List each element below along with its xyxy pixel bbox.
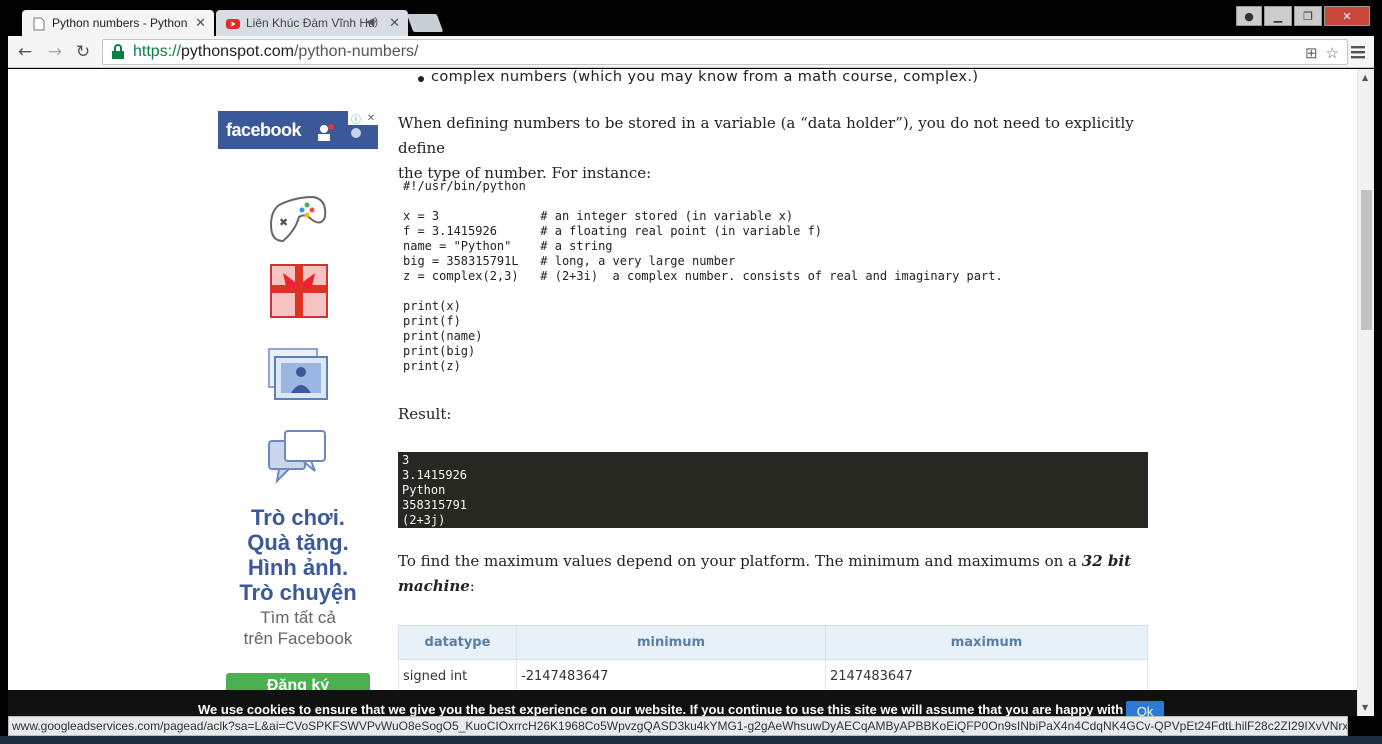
tab-strip: Python numbers - Python ✕ Liên Khúc Đàm … bbox=[8, 6, 1374, 37]
url-host: pythonspot.com bbox=[181, 43, 294, 60]
intro-paragraph: When defining numbers to be stored in a … bbox=[398, 111, 1148, 186]
close-window-button[interactable]: ✕ bbox=[1324, 6, 1370, 26]
reload-button[interactable]: ↻ bbox=[72, 41, 94, 63]
table-header: minimum bbox=[516, 625, 826, 660]
gamepad-icon: ✖ bbox=[269, 195, 327, 243]
code-block: #!/usr/bin/python x = 3 # an integer sto… bbox=[398, 179, 1148, 374]
chat-icon bbox=[268, 430, 326, 484]
ad-headline-line: Hình ảnh. bbox=[247, 555, 349, 580]
user-icon[interactable]: ● bbox=[1236, 6, 1262, 26]
ad-sub-line: trên Facebook bbox=[243, 629, 353, 648]
result-output: 3 3.1415926 Python 358315791 (2+3j) bbox=[398, 452, 1148, 528]
limits-table: datatype minimum maximum signed int -214… bbox=[398, 625, 1148, 694]
svg-text:✖: ✖ bbox=[279, 216, 288, 229]
code-line: name = "Python" # a string bbox=[403, 239, 613, 253]
status-bar: www.googleadservices.com/pagead/aclk?sa=… bbox=[8, 716, 1348, 736]
page-viewport: facebook ⓘ ✕ ✖ Trò chơi. Quà tặng. Hình … bbox=[8, 69, 1357, 716]
scroll-thumb[interactable] bbox=[1361, 190, 1372, 330]
ad-sub-line: Tìm tất cả bbox=[260, 608, 336, 627]
code-line: print(z) bbox=[403, 359, 461, 373]
table-cell: signed int bbox=[398, 659, 517, 694]
result-line: (2+3j) bbox=[402, 513, 446, 527]
url-scheme: https:// bbox=[133, 43, 182, 60]
max-paragraph: To find the maximum values depend on you… bbox=[398, 549, 1131, 599]
address-bar[interactable]: https://pythonspot.com/python-numbers/ ⊞… bbox=[102, 39, 1348, 65]
friends-icon bbox=[318, 124, 361, 141]
table-row: signed int -2147483647 2147483647 bbox=[398, 659, 1148, 694]
minimize-button[interactable]: ▁ bbox=[1264, 6, 1292, 26]
emphasis-32bit: 32 bit bbox=[1081, 552, 1131, 570]
table-cell: 2147483647 bbox=[825, 659, 1148, 694]
code-line: big = 358315791L # long, a very large nu… bbox=[403, 254, 736, 268]
adchoices-icon[interactable]: ⓘ ✕ bbox=[348, 111, 378, 126]
tab-title: Liên Khúc Đàm Vĩnh Hư bbox=[246, 16, 377, 30]
page-icon bbox=[33, 17, 45, 31]
facebook-logo: facebook bbox=[226, 120, 302, 140]
cookie-text: We use cookies to ensure that we give yo… bbox=[198, 702, 1139, 717]
menu-icon[interactable] bbox=[1350, 42, 1366, 62]
speaker-icon: ◀) bbox=[365, 16, 378, 28]
photos-icon bbox=[268, 348, 328, 400]
facebook-ad[interactable]: facebook ⓘ ✕ ✖ Trò chơi. Quà tặng. Hình … bbox=[218, 111, 378, 711]
youtube-icon bbox=[226, 19, 240, 29]
emphasis-machine: machine bbox=[398, 577, 470, 595]
code-line: print(name) bbox=[403, 329, 483, 343]
result-line: 358315791 bbox=[402, 498, 468, 512]
code-line: x = 3 # an integer stored (in variable x… bbox=[403, 209, 794, 223]
ad-subtitle: Tìm tất cả trên Facebook bbox=[218, 607, 378, 649]
table-header: maximum bbox=[825, 625, 1148, 660]
bookmark-star-icon[interactable]: ☆ bbox=[1326, 44, 1339, 62]
browser-window: Python numbers - Python ✕ Liên Khúc Đàm … bbox=[0, 0, 1382, 744]
ad-banner[interactable]: facebook ⓘ ✕ bbox=[218, 111, 378, 149]
intro-line: When defining numbers to be stored in a … bbox=[398, 114, 1134, 157]
result-line: 3 bbox=[402, 453, 410, 467]
ad-headline-line: Quà tặng. bbox=[247, 530, 349, 555]
window-controls: ● ▁ ❐ ✕ bbox=[1236, 6, 1370, 28]
cookie-banner: We use cookies to ensure that we give yo… bbox=[8, 690, 1357, 721]
omnibox-actions: ⊞ ☆ bbox=[1305, 44, 1339, 62]
list-item: complex numbers (which you may know from… bbox=[417, 69, 979, 85]
result-line: Python bbox=[402, 483, 446, 497]
code-line: f = 3.1415926 # a floating real point (i… bbox=[403, 224, 823, 238]
code-line: print(x) bbox=[403, 299, 461, 313]
tab-close-icon[interactable]: ✕ bbox=[389, 15, 400, 31]
url-path: /python-numbers/ bbox=[293, 43, 419, 60]
lock-icon bbox=[112, 44, 124, 59]
tab-close-icon[interactable]: ✕ bbox=[195, 15, 206, 31]
result-line: 3.1415926 bbox=[402, 468, 468, 482]
result-label: Result: bbox=[398, 405, 452, 423]
tab-title: Python numbers - Python bbox=[52, 16, 188, 30]
ad-headline-line: Trò chuyện bbox=[239, 580, 357, 605]
vertical-scrollbar[interactable]: ▲ ▼ bbox=[1357, 69, 1374, 716]
code-line: print(f) bbox=[403, 314, 461, 328]
colon: : bbox=[469, 577, 475, 595]
tab-youtube[interactable]: Liên Khúc Đàm Vĩnh Hư ◀) ✕ bbox=[216, 10, 408, 37]
ad-headline-line: Trò chơi. bbox=[251, 505, 345, 530]
forward-button[interactable]: → bbox=[44, 41, 66, 63]
code-line: print(big) bbox=[403, 344, 476, 358]
browser-toolbar: ← → ↻ https://pythonspot.com/python-numb… bbox=[8, 36, 1374, 68]
taskbar bbox=[0, 736, 1382, 744]
table-cell: -2147483647 bbox=[516, 659, 826, 694]
maximize-button[interactable]: ❐ bbox=[1294, 6, 1322, 26]
scroll-down-arrow-icon[interactable]: ▼ bbox=[1362, 703, 1368, 712]
gift-icon bbox=[270, 264, 328, 318]
new-tab-button[interactable] bbox=[406, 14, 444, 32]
tab-python-numbers[interactable]: Python numbers - Python ✕ bbox=[22, 10, 214, 37]
code-line: z = complex(2,3) # (2+3i) a complex numb… bbox=[403, 269, 1003, 283]
max-text: To find the maximum values depend on you… bbox=[398, 552, 1077, 570]
back-button[interactable]: ← bbox=[14, 41, 36, 63]
ad-headline: Trò chơi. Quà tặng. Hình ảnh. Trò chuyện bbox=[218, 505, 378, 605]
code-line: #!/usr/bin/python bbox=[403, 179, 526, 193]
translate-icon[interactable]: ⊞ bbox=[1305, 44, 1318, 62]
table-header: datatype bbox=[398, 625, 517, 660]
scroll-up-arrow-icon[interactable]: ▲ bbox=[1362, 73, 1368, 82]
